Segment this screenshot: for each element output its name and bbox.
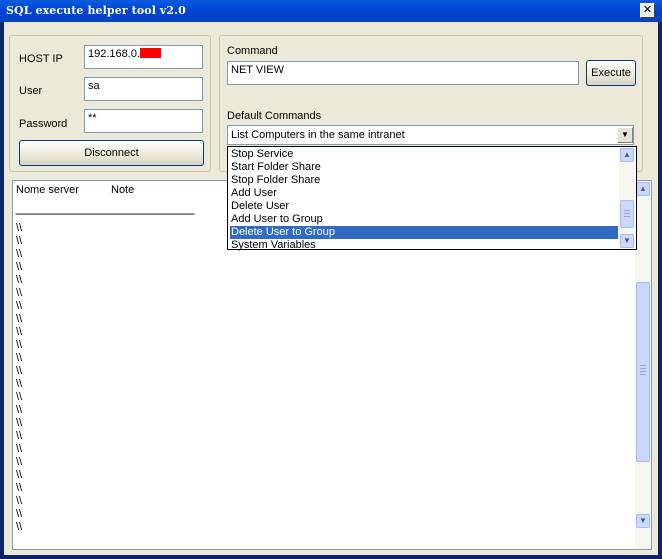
command-label: Command <box>227 45 278 57</box>
column-header-note: Note <box>111 184 135 196</box>
chevron-up-icon: ▲ <box>639 184 647 193</box>
scroll-down-button[interactable]: ▼ <box>636 514 650 528</box>
redaction-mark <box>140 48 161 58</box>
list-item[interactable]: \\ <box>16 287 22 300</box>
list-item[interactable]: \\ <box>16 339 22 352</box>
dropdown-scroll-up[interactable]: ▲ <box>620 148 634 162</box>
execute-label: Execute <box>591 67 631 79</box>
default-commands-dropdown[interactable]: Stop Service Start Folder Share Stop Folde… <box>227 146 637 252</box>
command-value: NET VIEW <box>231 64 284 76</box>
list-item[interactable]: \\ <box>16 326 22 339</box>
host-ip-value: 192.168.0. <box>88 48 140 60</box>
column-header-name: Nome server <box>16 184 79 196</box>
list-item[interactable]: \\ <box>16 391 22 404</box>
list-item[interactable]: \\ <box>16 378 22 391</box>
list-item[interactable]: \\ <box>16 495 22 508</box>
user-input[interactable]: sa <box>84 77 203 101</box>
list-item[interactable]: \\ <box>16 365 22 378</box>
list-item[interactable]: \\ <box>16 352 22 365</box>
close-button[interactable]: ✕ <box>640 3 655 18</box>
list-item[interactable]: \\ <box>16 404 22 417</box>
dropdown-scrollbar[interactable]: ▲ ▼ <box>619 148 635 248</box>
execute-button[interactable]: Execute <box>586 60 636 86</box>
list-item[interactable]: \\ <box>16 521 22 534</box>
password-label: Password <box>19 118 68 130</box>
dropdown-option[interactable]: Delete User <box>230 200 618 213</box>
list-item[interactable]: \\ <box>16 300 22 313</box>
password-input[interactable]: ** <box>84 109 203 133</box>
scroll-up-button[interactable]: ▲ <box>636 182 650 196</box>
client-area: HOST IP 192.168.0. User sa Password ** D… <box>4 22 658 555</box>
combo-dropdown-button[interactable]: ▼ <box>617 127 633 143</box>
list-item[interactable]: \\ <box>16 469 22 482</box>
chevron-down-icon: ▼ <box>621 130 629 139</box>
command-input[interactable]: NET VIEW <box>227 61 579 85</box>
host-ip-label: HOST IP <box>19 53 63 65</box>
list-item[interactable]: \\ <box>16 443 22 456</box>
app-window: SQL execute helper tool v2.0 ✕ HOST IP 1… <box>0 0 662 559</box>
output-scrollbar[interactable]: ▲ ▼ <box>635 181 651 549</box>
host-ip-input[interactable]: 192.168.0. <box>84 45 203 69</box>
dropdown-option[interactable]: Stop Folder Share <box>230 174 618 187</box>
list-item[interactable]: \\ <box>16 261 22 274</box>
password-value: ** <box>88 112 97 124</box>
list-item[interactable]: \\ <box>16 274 22 287</box>
default-commands-select[interactable]: List Computers in the same intranet ▼ <box>227 125 634 145</box>
dropdown-option[interactable]: Add User <box>230 187 618 200</box>
default-commands-label: Default Commands <box>227 110 322 122</box>
scroll-thumb[interactable] <box>636 282 650 462</box>
user-value: sa <box>88 80 100 92</box>
list-item[interactable]: \\ <box>16 417 22 430</box>
default-commands-selected: List Computers in the same intranet <box>231 129 405 141</box>
dropdown-option[interactable]: Delete User to Group <box>230 226 618 239</box>
disconnect-button[interactable]: Disconnect <box>19 140 204 166</box>
list-item[interactable]: \\ <box>16 313 22 326</box>
chevron-down-icon: ▼ <box>623 236 631 245</box>
dropdown-option[interactable]: System Variables <box>230 239 618 252</box>
chevron-down-icon: ▼ <box>639 516 647 525</box>
close-icon: ✕ <box>642 3 653 16</box>
list-item[interactable]: \\ <box>16 456 22 469</box>
list-item[interactable]: \\ <box>16 248 22 261</box>
chevron-up-icon: ▲ <box>623 150 631 159</box>
list-item[interactable]: \\ <box>16 235 22 248</box>
dropdown-option[interactable]: Add User to Group <box>230 213 618 226</box>
disconnect-label: Disconnect <box>84 147 139 159</box>
dropdown-scroll-down[interactable]: ▼ <box>620 234 634 248</box>
user-label: User <box>19 85 43 97</box>
dropdown-option[interactable]: Start Folder Share <box>230 161 618 174</box>
title-bar[interactable]: SQL execute helper tool v2.0 ✕ <box>0 0 662 22</box>
dropdown-scroll-thumb[interactable] <box>620 200 634 228</box>
list-item[interactable]: \\ <box>16 482 22 495</box>
list-item[interactable]: \\ <box>16 430 22 443</box>
dropdown-option[interactable]: Stop Service <box>230 148 618 161</box>
window-title: SQL execute helper tool v2.0 <box>6 4 186 17</box>
header-separator: ----------------------------------------… <box>15 208 195 220</box>
list-item[interactable]: \\ <box>16 222 22 235</box>
list-item[interactable]: \\ <box>16 508 22 521</box>
